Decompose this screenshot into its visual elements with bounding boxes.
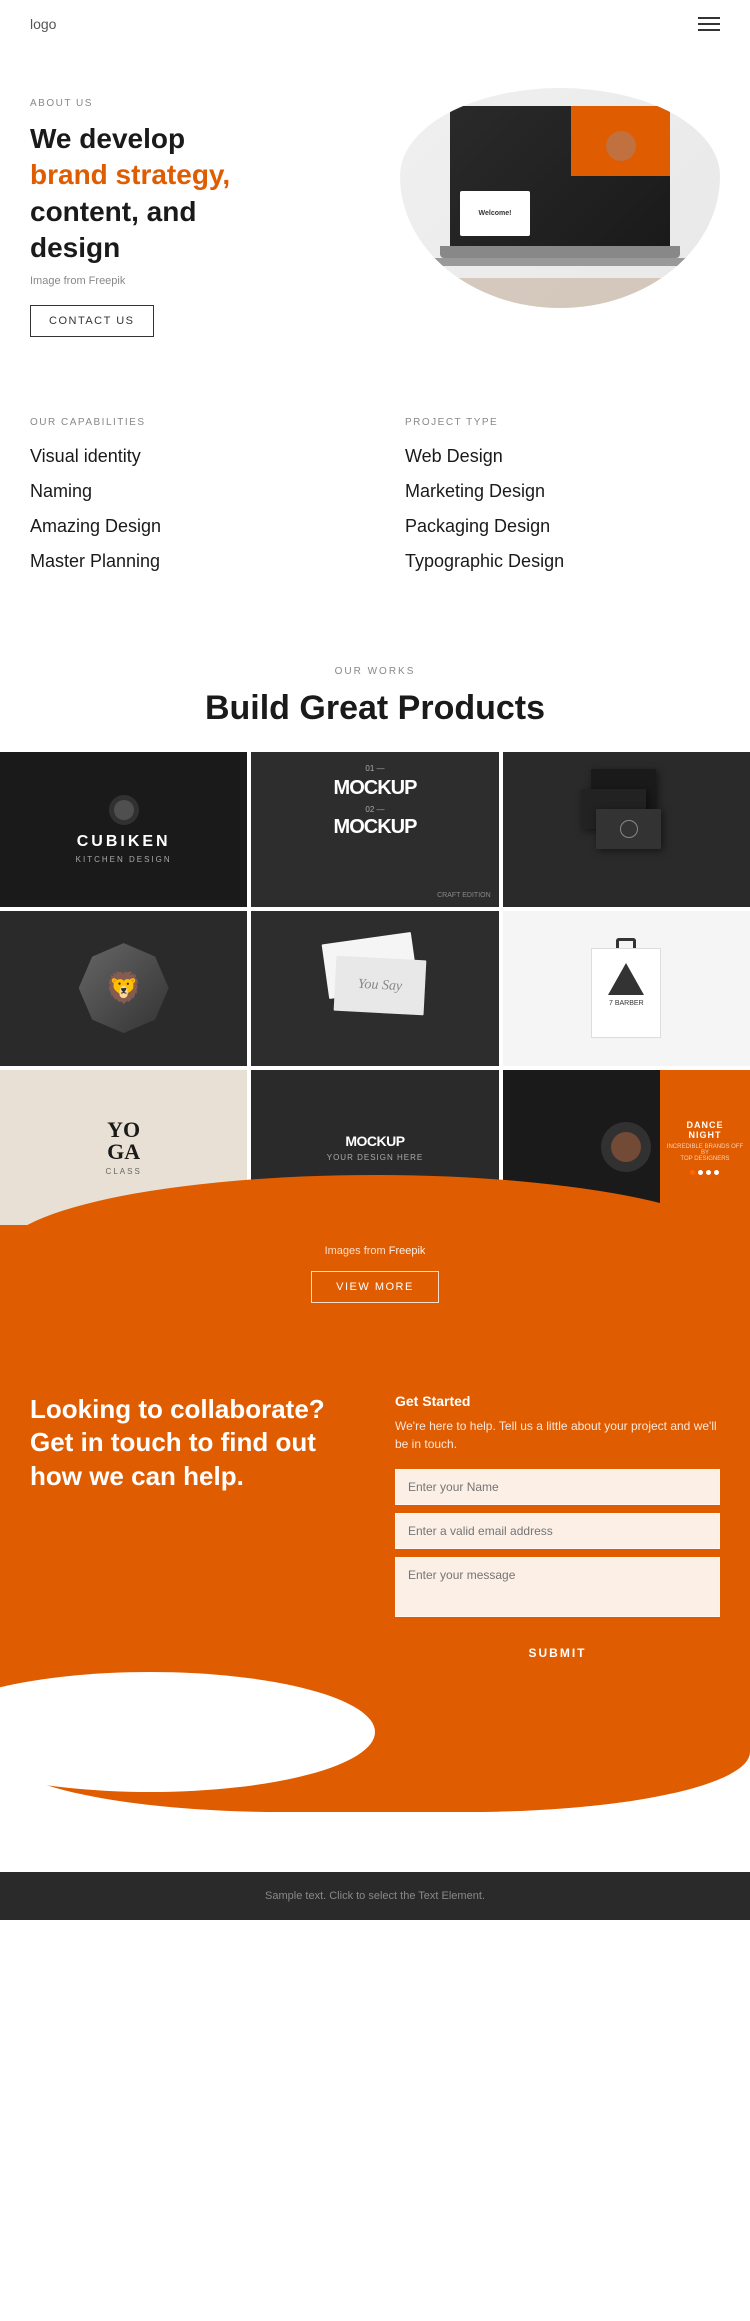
cap-item-5: Web Design <box>405 446 720 467</box>
hero-image-placeholder: Welcome! <box>400 88 720 308</box>
hero-heading-line3: design <box>30 232 120 263</box>
about-label: ABOUT US <box>30 98 380 109</box>
laptop-screen: Welcome! <box>450 106 670 246</box>
grid-item-3[interactable] <box>503 752 750 907</box>
collab-left: Looking to collaborate?Get in touch to f… <box>30 1393 355 1494</box>
works-section: OUR WORKS Build Great Products CUBIKEN K… <box>0 626 750 1225</box>
hero-heading-line2: content, and <box>30 196 196 227</box>
grid-item-6[interactable]: 7 BARBER <box>503 911 750 1066</box>
cap-label-1: OUR CAPABILITIES <box>30 417 345 428</box>
cap-item-2: Naming <box>30 481 345 502</box>
hero-heading: We develop brand strategy, content, and … <box>30 121 380 267</box>
hero-heading-line1: We develop <box>30 123 185 154</box>
name-input[interactable] <box>395 1469 720 1505</box>
collaborate-section: Looking to collaborate?Get in touch to f… <box>0 1333 750 1752</box>
logo: logo <box>30 16 56 32</box>
message-input[interactable] <box>395 1557 720 1617</box>
grid-item-5[interactable]: You Say <box>251 911 498 1066</box>
capabilities-col1: OUR CAPABILITIES Visual identity Naming … <box>30 417 345 586</box>
hamburger-menu[interactable] <box>698 17 720 31</box>
grid-item-1[interactable]: CUBIKEN KITCHEN DESIGN <box>0 752 247 907</box>
works-grid-row-2: 🦁 You Say 7 BARBER <box>0 911 750 1066</box>
hero-text: ABOUT US We develop brand strategy, cont… <box>30 88 380 337</box>
grid-item-2[interactable]: 01 — MOCKUP 02 — MOCKUP CRAFT EDITION <box>251 752 498 907</box>
freepik-link[interactable]: Freepik <box>389 1245 426 1257</box>
hero-heading-orange: brand strategy, <box>30 159 230 190</box>
collab-heading: Looking to collaborate?Get in touch to f… <box>30 1393 355 1494</box>
collab-right: Get Started We're here to help. Tell us … <box>395 1393 720 1672</box>
works-label: OUR WORKS <box>0 666 750 677</box>
cap-item-7: Packaging Design <box>405 516 720 537</box>
cap-item-8: Typographic Design <box>405 551 720 572</box>
laptop-mockup: Welcome! <box>420 106 700 291</box>
hero-section: ABOUT US We develop brand strategy, cont… <box>0 48 750 367</box>
capabilities-section: OUR CAPABILITIES Visual identity Naming … <box>0 367 750 626</box>
image-credit: Image from Freepik <box>30 275 380 287</box>
works-grid-row-1: CUBIKEN KITCHEN DESIGN 01 — MOCKUP 02 — … <box>0 752 750 907</box>
grid-item-4[interactable]: 🦁 <box>0 911 247 1066</box>
email-input[interactable] <box>395 1513 720 1549</box>
hero-image: Welcome! <box>380 88 720 318</box>
contact-button[interactable]: CONTACT US <box>30 305 154 337</box>
works-footer: Images from Freepik VIEW MORE <box>0 1225 750 1333</box>
cap-label-2: PROJECT TYPE <box>405 417 720 428</box>
get-started-desc: We're here to help. Tell us a little abo… <box>395 1417 720 1453</box>
cap-item-6: Marketing Design <box>405 481 720 502</box>
image-credit-works: Images from Freepik <box>0 1245 750 1257</box>
header: logo <box>0 0 750 48</box>
capabilities-col2: PROJECT TYPE Web Design Marketing Design… <box>405 417 720 586</box>
cap-item-1: Visual identity <box>30 446 345 467</box>
cap-item-3: Amazing Design <box>30 516 345 537</box>
get-started-label: Get Started <box>395 1393 720 1409</box>
view-more-button[interactable]: VIEW MORE <box>311 1271 439 1303</box>
submit-button[interactable]: SUBMIT <box>395 1634 720 1672</box>
footer: Sample text. Click to select the Text El… <box>0 1872 750 1920</box>
footer-text: Sample text. Click to select the Text El… <box>265 1890 485 1902</box>
works-title: Build Great Products <box>0 689 750 728</box>
cap-item-4: Master Planning <box>30 551 345 572</box>
